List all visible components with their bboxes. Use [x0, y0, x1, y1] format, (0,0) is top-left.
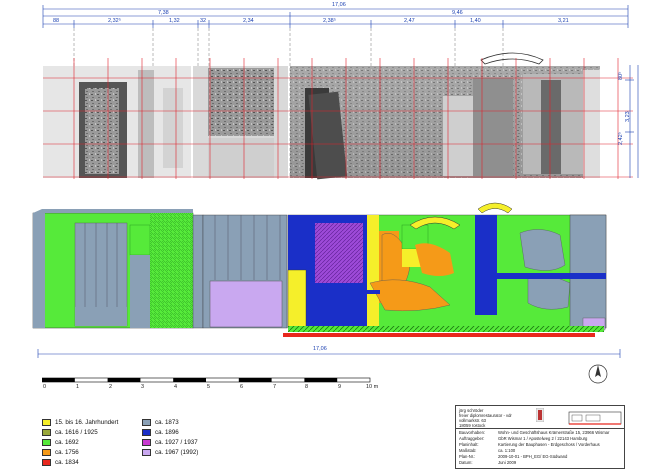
- legend-label: 15. bis 16. Jahrhundert: [55, 419, 119, 426]
- legend-item: ca. 1756: [42, 448, 79, 457]
- wall-photo-strip: [43, 52, 633, 180]
- scale-label: 5: [207, 384, 211, 390]
- key-plan-icon: [568, 411, 622, 425]
- field-value: Wohn- und Geschäftshaus Krämerstraße 15,…: [498, 430, 610, 435]
- field-value: GbR Wismar 1 / Apostelweg 2 / 22143 Hamb…: [498, 436, 588, 441]
- segment-label: 32: [200, 18, 207, 24]
- legend-item: ca. 1896: [142, 428, 179, 437]
- legend-swatch: [42, 429, 51, 436]
- legend-swatch: [142, 429, 151, 436]
- height-label: 3,23: [625, 111, 631, 122]
- scale-label: 8: [305, 384, 309, 390]
- logo-icon: [536, 408, 544, 422]
- legend-swatch: [42, 459, 51, 466]
- middle-total-label: 17,06: [313, 346, 327, 352]
- legend-item: ca. 1927 / 1937: [142, 438, 198, 447]
- segment-label: 3,21: [558, 18, 569, 24]
- legend-label: ca. 1756: [55, 449, 79, 456]
- segment-label: 2,38⁵: [323, 18, 336, 24]
- legend-swatch: [142, 439, 151, 446]
- field-value: 2009-10-01 - BPH_EG/ EG-Südwand: [498, 454, 568, 459]
- height-label: 2,42⁵: [618, 132, 624, 145]
- segment-label: 2,34: [243, 18, 254, 24]
- field-key: Auftraggeber:: [459, 436, 485, 441]
- legend-swatch: [142, 449, 151, 456]
- legend-swatch: [142, 419, 151, 426]
- legend-swatch: [42, 419, 51, 426]
- field-value: ca. 1:100: [498, 448, 516, 453]
- left-span-label: 7,38: [158, 10, 169, 16]
- legend-label: ca. 1896: [155, 429, 179, 436]
- building-phase-map: [32, 202, 607, 337]
- segment-label: 1,40: [470, 18, 481, 24]
- legend-item: ca. 1692: [42, 438, 79, 447]
- field-key: Maßstab:: [459, 448, 477, 453]
- legend-item: 15. bis 16. Jahrhundert: [42, 418, 118, 427]
- field-key: Plan-Nr.:: [459, 454, 476, 459]
- legend-item: ca. 1873: [142, 418, 179, 427]
- scale-label: 10 m: [366, 384, 379, 390]
- legend-item: ca. 1616 / 1925: [42, 428, 98, 437]
- height-label: 80⁵: [618, 71, 624, 80]
- scale-label: 4: [174, 384, 178, 390]
- scale-label: 0: [43, 384, 47, 390]
- legend-label: ca. 1834: [55, 459, 79, 466]
- scale-label: 6: [240, 384, 244, 390]
- field-value: Juni 2009: [498, 460, 517, 465]
- legend-label: ca. 1616 / 1925: [55, 429, 98, 436]
- legend-item: ca. 1834: [42, 458, 79, 467]
- right-span-label: 9,46: [452, 10, 463, 16]
- legend-swatch: [42, 449, 51, 456]
- scale-label: 7: [273, 384, 277, 390]
- north-arrow-icon: [588, 364, 608, 384]
- legend-label: ca. 1927 / 1937: [155, 439, 198, 446]
- height-dimension-lines: [625, 65, 639, 178]
- legend-swatch: [42, 439, 51, 446]
- field-value: Kartierung der Bauphasen - Erdgeschoss /…: [498, 442, 600, 447]
- scale-label: 2: [109, 384, 113, 390]
- field-key: Bauvorhaben:: [459, 430, 486, 435]
- scale-label: 9: [338, 384, 342, 390]
- field-key: Datum:: [459, 460, 473, 465]
- scale-label: 3: [141, 384, 145, 390]
- segment-label: 1,32: [169, 18, 180, 24]
- legend-label: ca. 1873: [155, 419, 179, 426]
- segment-label: 2,32⁵: [108, 18, 121, 24]
- middle-dimension-line: [37, 349, 621, 358]
- field-key: Planinhalt:: [459, 442, 479, 447]
- scale-label: 1: [76, 384, 80, 390]
- legend-item: ca. 1967 (1992): [142, 448, 198, 457]
- legend-label: ca. 1967 (1992): [155, 449, 199, 456]
- legend-label: ca. 1692: [55, 439, 79, 446]
- title-block: jörg schröder freier diplomrestaurator -…: [455, 405, 625, 469]
- total-width-label: 17,06: [332, 2, 346, 8]
- segment-label: 88: [53, 18, 60, 24]
- segment-label: 2,47: [404, 18, 415, 24]
